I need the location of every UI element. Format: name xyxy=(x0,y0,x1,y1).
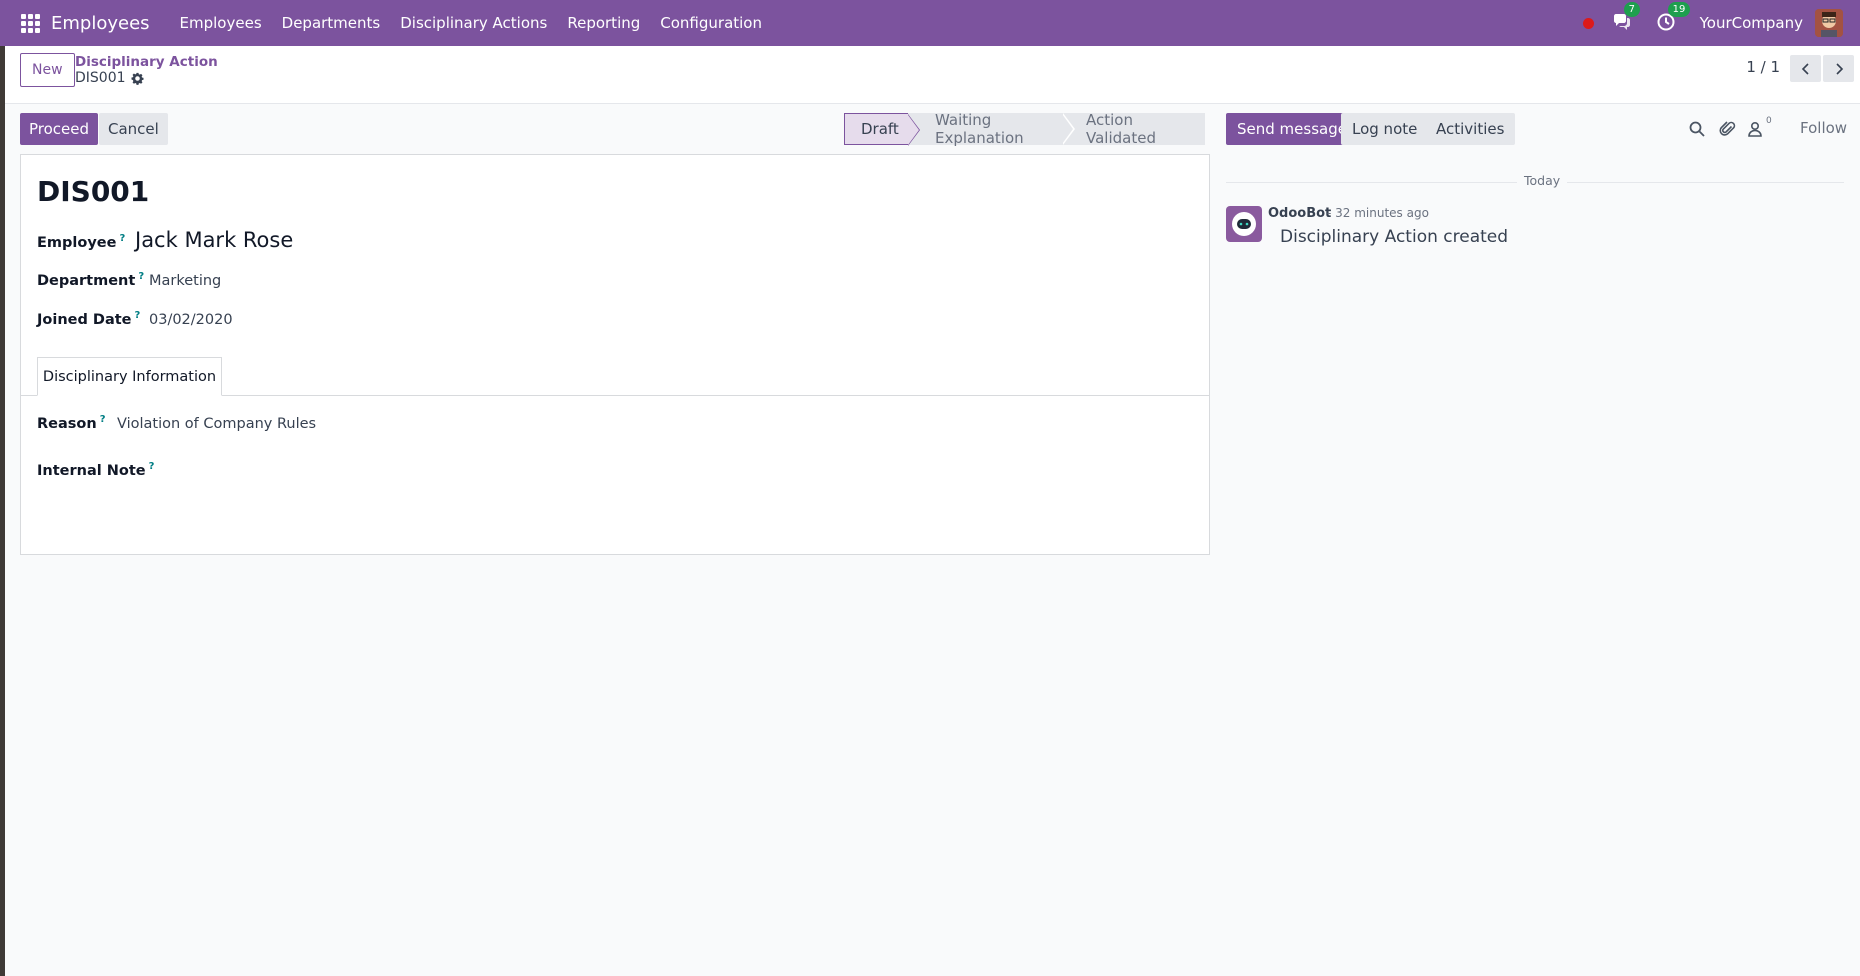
activities-button[interactable]: Activities xyxy=(1425,113,1516,145)
stage-action-validated-label: Action Validated xyxy=(1086,111,1156,147)
internal-note-label-text: Internal Note xyxy=(37,462,146,479)
pager-next-button[interactable] xyxy=(1823,55,1854,82)
stage-waiting-explanation[interactable]: Waiting Explanation xyxy=(908,111,1075,147)
activities-clock-icon[interactable]: 19 xyxy=(1656,2,1691,34)
chevron-left-icon xyxy=(1801,62,1809,75)
joined-date-help-icon[interactable]: ? xyxy=(135,310,141,321)
pager-value[interactable]: 1 / 1 xyxy=(1746,58,1780,76)
apps-grid-icon[interactable] xyxy=(21,13,40,33)
reason-field[interactable]: Violation of Company Rules xyxy=(117,416,316,432)
department-label-text: Department xyxy=(37,272,136,289)
followers-user-icon[interactable] xyxy=(1746,120,1764,138)
breadcrumb-parent[interactable]: Disciplinary Action xyxy=(75,54,218,70)
form-sheet: DIS001 Employee? Jack Mark Rose Departme… xyxy=(20,154,1210,555)
menu-employees[interactable]: Employees xyxy=(170,14,272,32)
user-avatar[interactable] xyxy=(1815,9,1843,37)
joined-date-label: Joined Date? xyxy=(37,310,140,328)
stage-draft-label: Draft xyxy=(861,120,899,138)
stage-draft[interactable]: Draft xyxy=(844,113,920,146)
follow-button[interactable]: Follow xyxy=(1800,119,1847,137)
stage-action-validated[interactable]: Action Validated xyxy=(1063,111,1205,147)
recording-indicator-icon[interactable] xyxy=(1582,17,1594,29)
messages-icon[interactable]: 7 xyxy=(1612,2,1640,34)
joined-date-field[interactable]: 03/02/2020 xyxy=(149,312,233,328)
messages-badge: 7 xyxy=(1623,2,1640,17)
menu-reporting[interactable]: Reporting xyxy=(557,14,650,32)
message-timestamp: - 32 minutes ago xyxy=(1327,206,1429,220)
status-bar: Draft Waiting Explanation Action Validat… xyxy=(844,111,1205,147)
robot-icon xyxy=(1232,212,1256,236)
reason-label-text: Reason xyxy=(37,415,97,432)
top-navbar: Employees Employees Departments Discipli… xyxy=(0,0,1860,46)
menu-configuration[interactable]: Configuration xyxy=(650,14,772,32)
stage-waiting-explanation-label: Waiting Explanation xyxy=(935,111,1024,147)
tab-disciplinary-information[interactable]: Disciplinary Information xyxy=(37,357,222,396)
proceed-button[interactable]: Proceed xyxy=(20,113,99,145)
internal-note-help-icon[interactable]: ? xyxy=(149,461,155,472)
odoobot-avatar[interactable] xyxy=(1226,206,1262,242)
day-label: Today xyxy=(1517,173,1568,188)
reason-help-icon[interactable]: ? xyxy=(100,414,106,425)
window-edge xyxy=(0,0,5,976)
reason-label: Reason? xyxy=(37,414,106,432)
control-panel: New Disciplinary Action DIS001 1 / 1 xyxy=(5,46,1860,104)
message-body: Disciplinary Action created xyxy=(1280,227,1509,247)
gear-icon[interactable] xyxy=(131,72,144,85)
employee-label-text: Employee xyxy=(37,234,117,251)
send-message-button[interactable]: Send message xyxy=(1226,113,1358,145)
internal-note-field[interactable] xyxy=(37,485,1187,535)
company-switcher[interactable]: YourCompany xyxy=(1700,14,1803,32)
breadcrumb-current: DIS001 xyxy=(75,70,144,86)
new-button[interactable]: New xyxy=(20,53,75,87)
pager-previous-button[interactable] xyxy=(1790,55,1821,82)
message-author[interactable]: OdooBot xyxy=(1268,206,1331,221)
employee-field[interactable]: Jack Mark Rose xyxy=(135,228,293,252)
employee-help-icon[interactable]: ? xyxy=(119,233,125,244)
menu-departments[interactable]: Departments xyxy=(272,14,391,32)
internal-note-label: Internal Note? xyxy=(37,461,154,479)
cancel-button[interactable]: Cancel xyxy=(99,113,168,145)
pager-buttons xyxy=(1790,55,1854,82)
employee-label: Employee? xyxy=(37,233,125,251)
log-note-button[interactable]: Log note xyxy=(1341,113,1429,145)
menu-disciplinary-actions[interactable]: Disciplinary Actions xyxy=(390,14,557,32)
record-title[interactable]: DIS001 xyxy=(37,175,149,208)
breadcrumb-current-label: DIS001 xyxy=(75,70,126,86)
chevron-right-icon xyxy=(1835,62,1843,75)
department-field[interactable]: Marketing xyxy=(149,273,221,289)
paperclip-icon[interactable] xyxy=(1719,120,1737,138)
department-label: Department? xyxy=(37,271,144,289)
department-help-icon[interactable]: ? xyxy=(138,271,144,282)
app-name[interactable]: Employees xyxy=(51,13,150,34)
activities-badge: 19 xyxy=(1667,2,1691,17)
followers-count: 0 xyxy=(1766,116,1772,126)
joined-date-label-text: Joined Date xyxy=(37,311,132,328)
search-icon[interactable] xyxy=(1688,120,1706,138)
